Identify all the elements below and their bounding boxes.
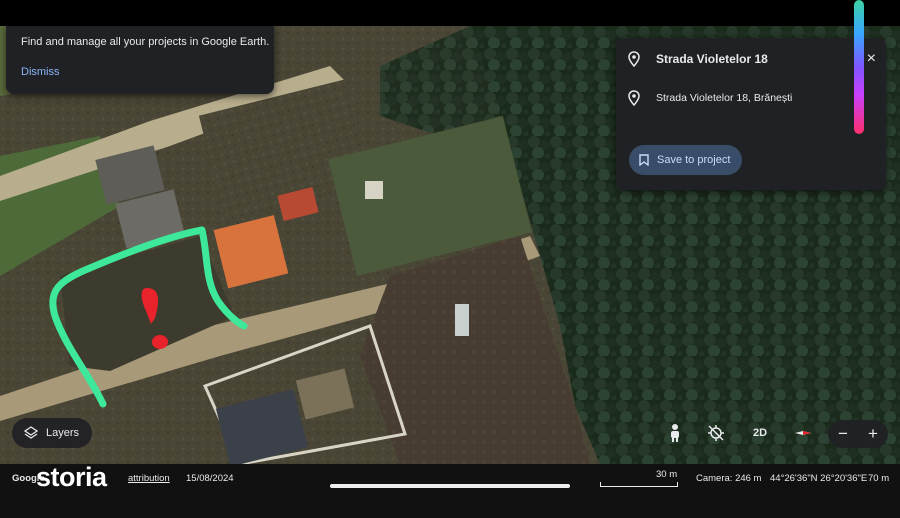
place-address-row: Strada Violetelor 18, Brănești bbox=[628, 90, 792, 106]
earth-window: Find and manage all your projects in Goo… bbox=[0, 0, 900, 518]
dismiss-button[interactable]: Dismiss bbox=[21, 66, 60, 78]
bookmark-icon bbox=[639, 154, 649, 166]
coordinates: 44°26'36"N 26°20'36"E bbox=[770, 473, 868, 484]
projects-notice: Find and manage all your projects in Goo… bbox=[6, 26, 274, 94]
scale-bar bbox=[600, 482, 678, 487]
color-scroll-handle[interactable] bbox=[854, 0, 864, 134]
storia-watermark: storia bbox=[36, 462, 107, 492]
pegman-button[interactable] bbox=[664, 420, 686, 446]
place-title: Strada Violetelor 18 bbox=[656, 52, 768, 66]
top-bar bbox=[0, 0, 900, 26]
imagery-date: 15/08/2024 bbox=[186, 473, 234, 484]
pegman-icon bbox=[671, 424, 679, 442]
place-address: Strada Violetelor 18, Brănești bbox=[656, 92, 793, 104]
pin-icon bbox=[628, 90, 640, 106]
loading-bar bbox=[330, 484, 570, 488]
compass-button[interactable] bbox=[790, 420, 816, 446]
compass-icon bbox=[795, 431, 811, 435]
layers-label: Layers bbox=[46, 427, 80, 439]
place-title-row: Strada Violetelor 18 bbox=[628, 51, 768, 67]
attribution-link[interactable]: attribution bbox=[128, 473, 170, 484]
zoom-in-button[interactable]: + bbox=[868, 424, 878, 444]
pin-icon bbox=[628, 51, 640, 67]
gps-off-icon bbox=[708, 425, 724, 441]
layers-button[interactable]: Layers bbox=[12, 418, 92, 448]
layers-icon bbox=[24, 426, 38, 439]
notice-message: Find and manage all your projects in Goo… bbox=[21, 36, 270, 48]
zoom-control: − + bbox=[828, 420, 888, 448]
scale-label: 30 m bbox=[656, 469, 678, 480]
view-mode-toggle[interactable]: 2D bbox=[746, 420, 774, 446]
save-to-project-button[interactable]: Save to project bbox=[629, 145, 743, 175]
close-icon[interactable]: × bbox=[867, 50, 876, 68]
my-location-button[interactable] bbox=[704, 420, 728, 446]
camera-altitude: Camera: 246 m bbox=[696, 473, 762, 484]
place-card: Strada Violetelor 18 Strada Violetelor 1… bbox=[616, 38, 886, 190]
zoom-out-button[interactable]: − bbox=[838, 424, 848, 444]
elevation: 70 m bbox=[868, 473, 890, 484]
save-to-project-label: Save to project bbox=[657, 154, 731, 166]
